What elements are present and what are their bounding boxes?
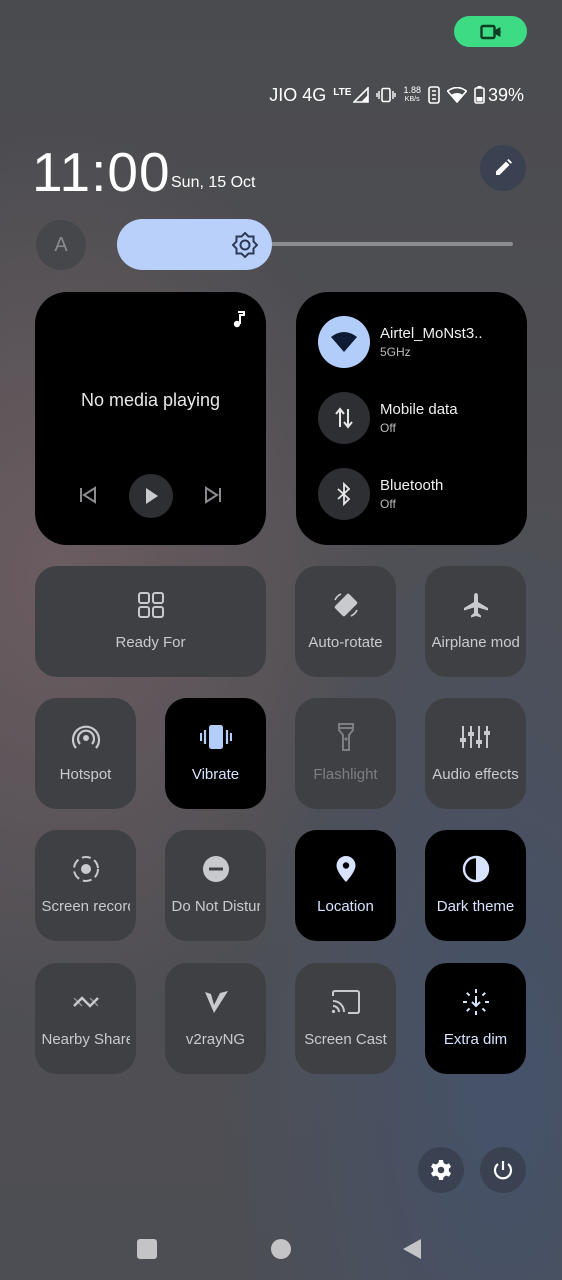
- skip-previous-icon: [80, 486, 96, 504]
- extra-dim-icon: [462, 989, 489, 1015]
- tile-label: Audio effects: [432, 766, 519, 783]
- battery-indicator: 39%: [474, 85, 524, 106]
- navigation-bar: [0, 1222, 562, 1276]
- wifi-network-name: Airtel_MoNst3..: [380, 325, 483, 342]
- screen-record-icon: [72, 856, 99, 882]
- cast-icon: [331, 990, 360, 1014]
- tile-label: Nearby Share: [41, 1031, 130, 1048]
- wifi-toggle[interactable]: Airtel_MoNst3.. 5GHz: [318, 316, 483, 368]
- tile-audio-effects[interactable]: Audio effects: [425, 698, 526, 809]
- edit-tiles-button[interactable]: [480, 145, 526, 191]
- recents-button[interactable]: [137, 1239, 157, 1259]
- bluetooth-icon-button[interactable]: [318, 468, 370, 520]
- home-button[interactable]: [271, 1239, 291, 1259]
- tile-extra-dim[interactable]: Extra dim: [425, 963, 526, 1074]
- tile-location[interactable]: Location: [295, 830, 396, 941]
- mobile-data-toggle[interactable]: Mobile data Off: [318, 392, 458, 444]
- dark-theme-icon: [462, 855, 489, 883]
- tile-label: Vibrate: [191, 766, 240, 783]
- video-camera-icon: [479, 24, 500, 39]
- power-icon: [493, 1161, 513, 1180]
- tile-screen-cast[interactable]: Screen Cast: [295, 963, 396, 1074]
- vibrate-status-icon: [376, 87, 397, 103]
- settings-button[interactable]: [418, 1147, 464, 1193]
- equalizer-icon: [459, 726, 490, 748]
- media-status-text: No media playing: [80, 390, 221, 410]
- tile-label: Location: [317, 898, 374, 915]
- play-icon: [146, 488, 158, 504]
- tile-label: Extra dim: [443, 1031, 508, 1048]
- cell-signal-icon: [353, 87, 370, 103]
- vibrate-icon: [199, 725, 232, 749]
- do-not-disturb-icon: [202, 856, 229, 882]
- next-track-button[interactable]: [203, 486, 223, 509]
- battery-icon: [474, 86, 485, 104]
- tile-label: Ready For: [115, 634, 186, 651]
- tile-ready-for[interactable]: Ready For: [35, 566, 266, 677]
- network-speed: 1.88 KB/s: [403, 85, 421, 104]
- brightness-track[interactable]: [268, 242, 513, 246]
- tile-label: Airplane mode: [431, 634, 520, 651]
- tile-vibrate[interactable]: Vibrate: [165, 698, 266, 809]
- v2rayng-logo-icon: [204, 991, 228, 1013]
- tile-label: Auto-rotate: [308, 634, 383, 651]
- tile-label: Screen record: [41, 898, 130, 915]
- data-saver-icon: [428, 86, 440, 104]
- location-pin-icon: [336, 856, 355, 882]
- pencil-icon: [496, 159, 512, 175]
- power-button[interactable]: [480, 1147, 526, 1193]
- camera-indicator[interactable]: [454, 16, 527, 47]
- flashlight-icon: [337, 723, 354, 751]
- skip-next-icon: [205, 486, 221, 504]
- bluetooth-toggle[interactable]: Bluetooth Off: [318, 468, 443, 520]
- mobile-data-label: Mobile data: [380, 401, 458, 418]
- tile-nearby-share[interactable]: Nearby Share: [35, 963, 136, 1074]
- play-button[interactable]: [129, 474, 173, 518]
- wifi-icon-button[interactable]: [318, 316, 370, 368]
- airplane-icon: [463, 593, 488, 618]
- tile-airplane-mode[interactable]: Airplane mode: [425, 566, 526, 677]
- bluetooth-icon: [337, 482, 351, 506]
- tile-label: Flashlight: [313, 766, 378, 783]
- grid-icon: [137, 592, 164, 618]
- tile-do-not-disturb[interactable]: Do Not Disturb: [165, 830, 266, 941]
- mobile-data-icon-button[interactable]: [318, 392, 370, 444]
- tile-flashlight[interactable]: Flashlight: [295, 698, 396, 809]
- music-note-icon: [233, 311, 245, 328]
- tile-label: v2rayNG: [185, 1031, 246, 1048]
- bluetooth-status: Off: [380, 497, 396, 511]
- wifi-status-icon: [446, 87, 467, 103]
- status-bar: JIO 4G LTE 1.88 KB/s 39%: [269, 82, 524, 108]
- gear-icon: [431, 1160, 451, 1180]
- auto-brightness-label: A: [54, 233, 68, 256]
- data-transfer-icon: [335, 407, 353, 429]
- carrier-label: JIO 4G: [269, 84, 327, 105]
- media-player-card[interactable]: No media playing: [35, 292, 266, 545]
- lte-icon: LTE: [333, 87, 370, 103]
- tile-label: Do Not Disturb: [171, 898, 260, 915]
- connectivity-card: Airtel_MoNst3.. 5GHz Mobile data Off Blu…: [296, 292, 527, 545]
- nearby-share-icon: [72, 996, 99, 1008]
- previous-track-button[interactable]: [78, 486, 98, 509]
- tile-label: Hotspot: [59, 766, 112, 783]
- tile-label: Screen Cast: [304, 1031, 387, 1048]
- rotate-icon: [333, 593, 358, 617]
- brightness-icon: [232, 231, 258, 258]
- wifi-band: 5GHz: [380, 345, 411, 359]
- tile-auto-rotate[interactable]: Auto-rotate: [295, 566, 396, 677]
- bluetooth-label: Bluetooth: [380, 477, 444, 494]
- tile-screen-record[interactable]: Screen record: [35, 830, 136, 941]
- wifi-icon: [331, 332, 357, 352]
- brightness-slider[interactable]: [117, 219, 272, 270]
- tile-v2rayng[interactable]: v2rayNG: [165, 963, 266, 1074]
- hotspot-icon: [71, 725, 100, 749]
- back-button[interactable]: [402, 1238, 422, 1260]
- mobile-data-status: Off: [380, 421, 396, 435]
- clock[interactable]: 11:00: [32, 140, 171, 204]
- auto-brightness-button[interactable]: A: [36, 220, 86, 270]
- tile-dark-theme[interactable]: Dark theme: [425, 830, 526, 941]
- date[interactable]: Sun, 15 Oct: [171, 174, 256, 192]
- tile-hotspot[interactable]: Hotspot: [35, 698, 136, 809]
- tile-label: Dark theme: [436, 898, 515, 915]
